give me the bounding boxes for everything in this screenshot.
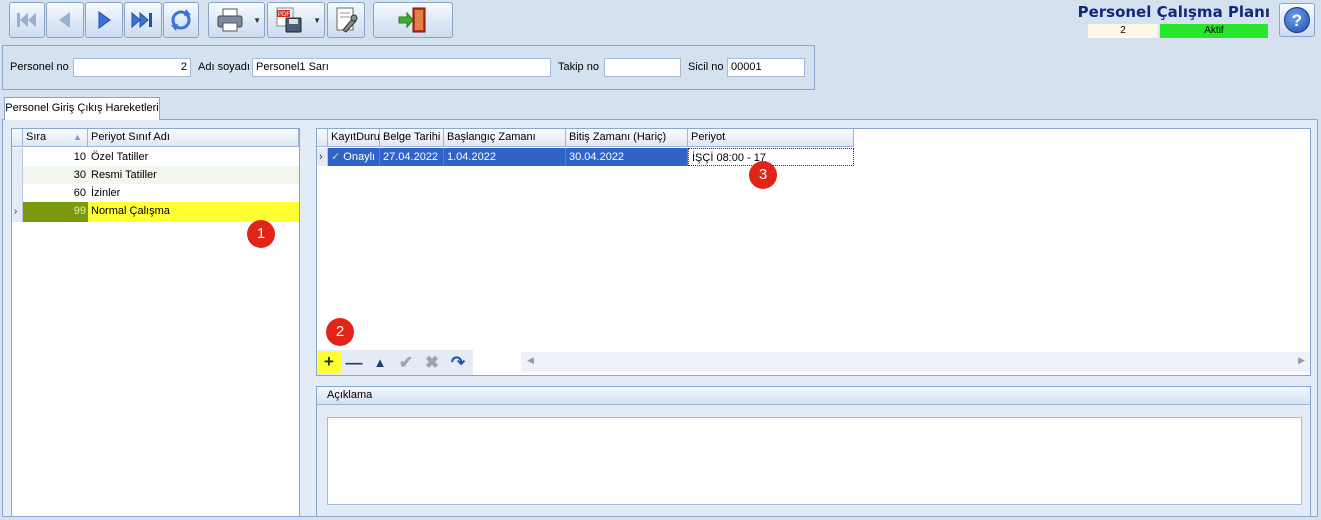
tab-personel-giris-cikis[interactable]: Personel Giriş Çıkış Hareketleri [4, 97, 160, 120]
column-header-periyot-sinif-adi[interactable]: Periyot Sınıf Adı [88, 129, 299, 147]
report-design-button[interactable] [327, 2, 365, 38]
remove-icon[interactable]: — [343, 352, 365, 374]
sira-cell: 10 [73, 151, 86, 163]
scroll-right-icon[interactable]: ▶ [1298, 355, 1305, 366]
takip-no-label: Takip no [558, 61, 599, 73]
help-icon: ? [1284, 7, 1310, 33]
refresh-icon[interactable]: ↷ [447, 352, 469, 374]
refresh-button[interactable] [163, 2, 199, 38]
annotation-marker: 3 [749, 161, 777, 189]
svg-text:PDF: PDF [278, 12, 290, 18]
column-header-kayit-durumu[interactable]: KayıtDuru [328, 129, 380, 147]
first-record-button[interactable] [9, 2, 45, 38]
exit-button[interactable] [373, 2, 453, 38]
annotation-marker: 1 [247, 220, 275, 248]
aciklama-textarea[interactable] [327, 417, 1302, 505]
row-indicator [12, 148, 23, 166]
sicil-no-label: Sicil no [688, 61, 724, 73]
column-header-bitis-zamani[interactable]: Bitiş Zamanı (Hariç) [566, 129, 688, 147]
row-indicator [12, 184, 23, 202]
move-up-icon[interactable]: ▲ [369, 352, 391, 374]
help-button[interactable]: ? [1279, 3, 1315, 37]
belge-tarihi-cell: 27.04.2022 [380, 148, 444, 166]
aciklama-label: Açıklama [317, 387, 1310, 405]
baslangic-zamani-cell: 1.04.2022 [444, 148, 566, 166]
record-count: 2 [1088, 24, 1158, 38]
sira-cell: 99 [23, 202, 88, 222]
adi-soyadi-label: Adı soyadı [198, 61, 250, 73]
current-row-icon: › [319, 151, 323, 163]
horizontal-scrollbar[interactable]: ◀ ▶ [521, 352, 1310, 372]
personel-no-label: Personel no [10, 61, 69, 73]
confirm-icon[interactable]: ✔ [395, 352, 417, 374]
table-row[interactable]: 60 İzinler [12, 184, 299, 202]
exit-door-icon [398, 7, 426, 33]
status-badge: Aktif [1160, 24, 1268, 38]
movements-grid: KayıtDuru Belge Tarihi Başlangıç Zamanı … [316, 128, 1311, 376]
periyot-sinif-adi-cell: Özel Tatiller [91, 151, 149, 163]
annotation-marker: 2 [326, 318, 354, 346]
printer-icon [217, 8, 243, 32]
periyot-sinif-adi-cell: İzinler [91, 187, 121, 199]
column-header-baslangic-zamani[interactable]: Başlangıç Zamanı [444, 129, 566, 147]
current-row-icon: › [14, 206, 18, 217]
chevron-down-icon[interactable]: ▼ [313, 16, 321, 25]
sicil-no-field[interactable]: 00001 [727, 58, 805, 77]
table-row-selected[interactable]: › 99 Normal Çalışma [12, 202, 299, 222]
last-record-button[interactable] [124, 2, 162, 38]
sort-ascending-icon: ▲ [73, 132, 82, 142]
next-record-button[interactable] [85, 2, 123, 38]
takip-no-field[interactable] [604, 58, 681, 77]
print-button[interactable]: ▼ [208, 2, 265, 38]
export-pdf-button[interactable]: PDF ▼ [267, 2, 325, 38]
sira-cell: 30 [73, 169, 86, 181]
kayit-durumu-cell: ✓ Onaylı [328, 148, 380, 166]
page-title: Personel Çalışma Planı [1077, 3, 1270, 21]
row-indicator: › [317, 148, 328, 166]
row-indicator: › [12, 202, 23, 222]
scroll-left-icon[interactable]: ◀ [527, 355, 534, 366]
previous-record-icon [59, 12, 70, 28]
periyot-sinif-adi-cell: Resmi Tatiller [91, 169, 157, 181]
row-indicator-header [317, 129, 328, 147]
column-header-label: Sıra [26, 131, 47, 143]
column-header-belge-tarihi[interactable]: Belge Tarihi [380, 129, 444, 147]
aciklama-panel: Açıklama [316, 386, 1311, 517]
kayit-durumu-value: Onaylı [343, 151, 376, 163]
personel-no-field[interactable]: 2 [73, 58, 191, 77]
previous-record-button[interactable] [46, 2, 84, 38]
bitis-zamani-cell: 30.04.2022 [566, 148, 688, 166]
grid-navigator: + — ▲ ✔ ✖ ↷ [317, 350, 473, 375]
period-class-grid: Sıra ▲ Periyot Sınıf Adı 10 Özel Tatille… [11, 128, 300, 517]
document-wrench-icon [336, 7, 358, 33]
last-record-icon [131, 11, 152, 29]
add-icon[interactable]: + [317, 351, 341, 374]
check-icon: ✓ [331, 151, 341, 163]
table-row-selected[interactable]: › ✓ Onaylı 27.04.2022 1.04.2022 30.04.20… [317, 148, 854, 166]
table-row[interactable]: 10 Özel Tatiller [12, 148, 299, 166]
refresh-icon [171, 9, 191, 31]
chevron-down-icon[interactable]: ▼ [253, 16, 261, 25]
row-indicator-header [12, 129, 23, 147]
column-header-sira[interactable]: Sıra ▲ [23, 129, 88, 147]
row-indicator [12, 166, 23, 184]
cancel-icon[interactable]: ✖ [421, 352, 443, 374]
sira-cell: 60 [73, 187, 86, 199]
adi-soyadi-field[interactable]: Personel1 Sarı [252, 58, 551, 77]
table-row[interactable]: 30 Resmi Tatiller [12, 166, 299, 184]
column-header-periyot[interactable]: Periyot [688, 129, 854, 147]
first-record-icon [17, 13, 36, 27]
next-record-icon [98, 11, 111, 29]
periyot-sinif-adi-cell: Normal Çalışma [91, 205, 170, 217]
pdf-save-icon: PDF [276, 7, 302, 33]
